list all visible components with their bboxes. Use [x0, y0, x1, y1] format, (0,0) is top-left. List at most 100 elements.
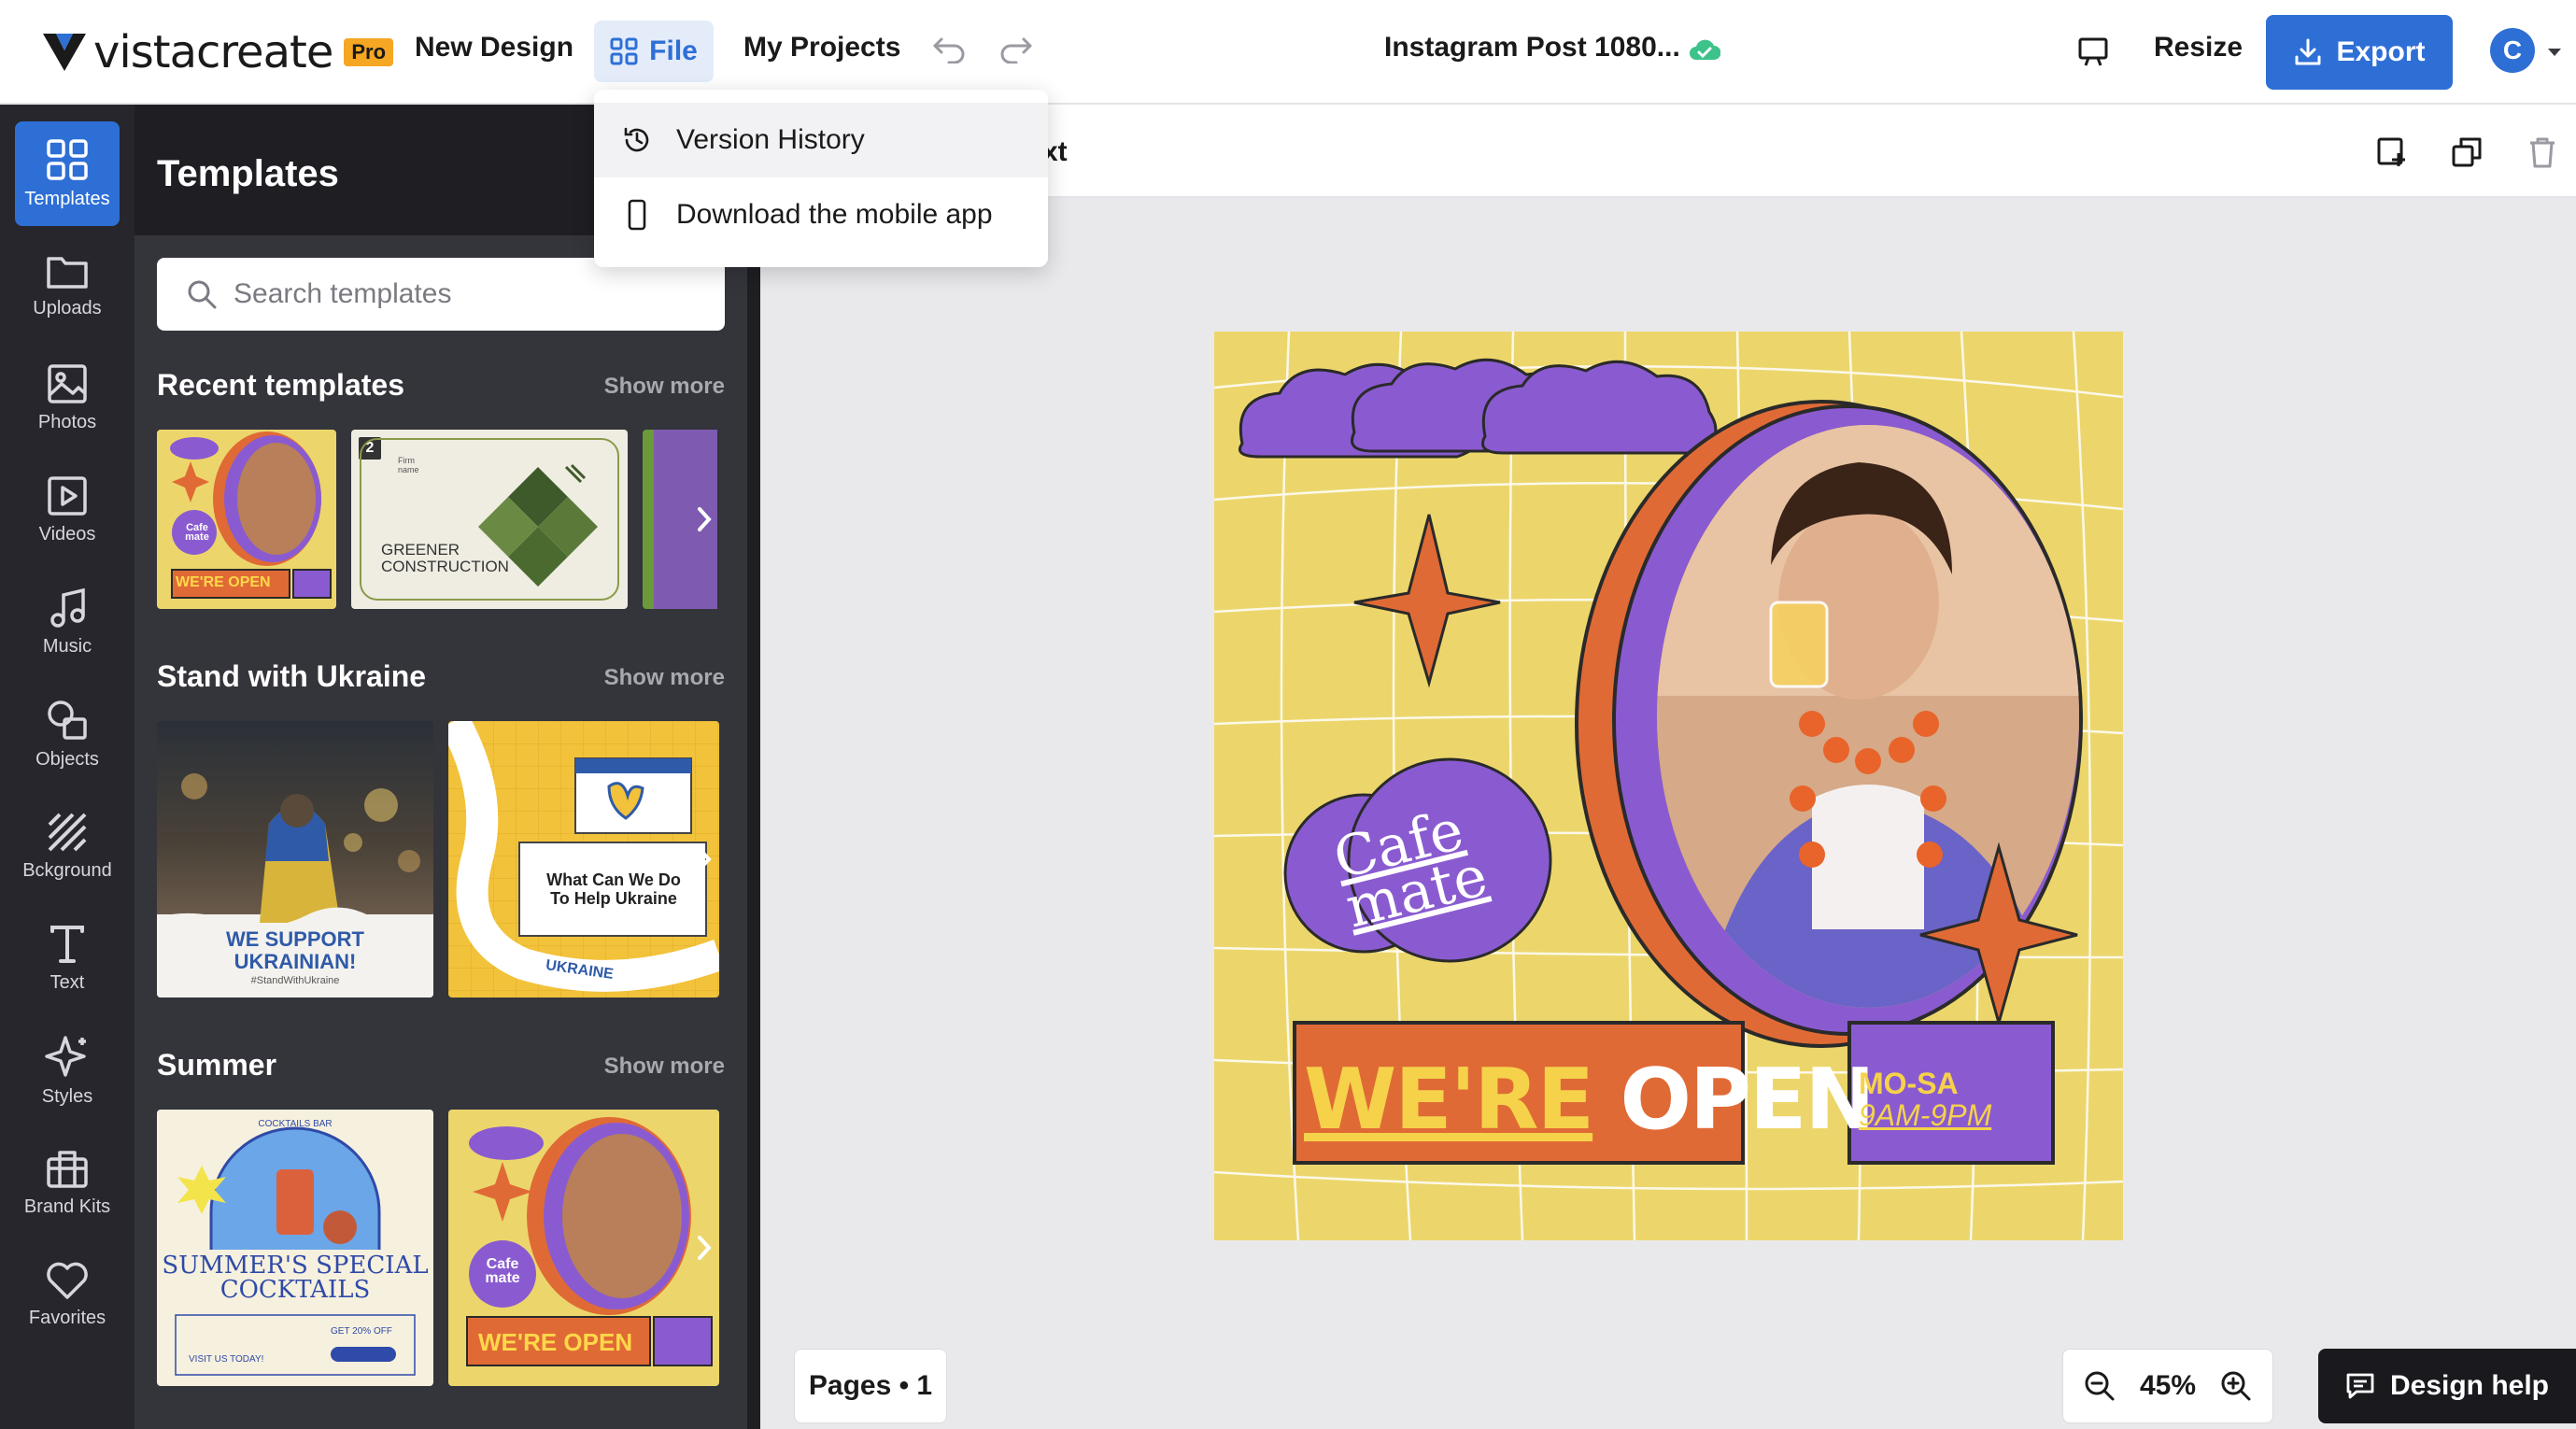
rail-item-templates[interactable]: Templates	[15, 121, 120, 226]
pattern-icon	[47, 812, 88, 853]
rail-label: Favorites	[28, 1307, 106, 1328]
delete-page-icon[interactable]	[2527, 136, 2557, 168]
thumb-ukraine-tag: #StandWithUkraine	[250, 975, 340, 986]
rail-label: Music	[42, 635, 92, 657]
left-rail: Templates Uploads Photos Videos Music Ob…	[0, 105, 134, 1429]
rail-item-music[interactable]: Music	[15, 570, 120, 674]
search-input[interactable]: Search templates	[157, 258, 725, 331]
redo-icon[interactable]	[999, 34, 1033, 64]
rail-item-favorites[interactable]: Favorites	[15, 1242, 120, 1347]
rail-item-objects[interactable]: Objects	[15, 682, 120, 786]
template-thumb-cafe[interactable]: Cafe mate WE'RE OPEN	[157, 430, 336, 609]
history-icon	[622, 125, 652, 155]
resize-button[interactable]: Resize	[2154, 32, 2243, 64]
thumb-ukraine-heading: WE SUPPORT UKRAINIAN!	[226, 927, 364, 973]
present-icon[interactable]	[2077, 35, 2109, 67]
section-title-summer: Summer	[157, 1048, 277, 1082]
template-thumb-cafe-2[interactable]: Cafe mate WE'RE OPEN	[448, 1110, 719, 1386]
template-thumb-cocktails[interactable]: COCKTAILS BAR SUMMER'S SPECIAL COCKTAILS …	[157, 1110, 433, 1386]
rail-label: Videos	[38, 523, 96, 545]
grid-icon	[46, 138, 89, 181]
export-label: Export	[2336, 36, 2426, 67]
design-canvas[interactable]: Cafe mate WE'RE OPEN MO-SA 9AM-9PM	[1214, 332, 2123, 1240]
top-bar: vistacreate Pro New Design File My Proje…	[0, 0, 2576, 105]
rail-label: Bckground	[22, 859, 112, 881]
play-icon	[47, 475, 88, 516]
show-more-summer[interactable]: Show more	[604, 1054, 725, 1080]
thumb-ukraine-card-text: What Can We Do To Help Ukraine	[546, 870, 681, 908]
rail-label: Text	[50, 971, 85, 993]
opening-hours-text[interactable]: MO-SA 9AM-9PM	[1859, 1068, 2045, 1131]
thumb-greener-title: GREENER CONSTRUCTION	[381, 541, 509, 575]
chevron-down-icon[interactable]	[2546, 47, 2563, 58]
rail-item-background[interactable]: Bckground	[15, 794, 120, 898]
new-design-button[interactable]: New Design	[415, 32, 573, 64]
pages-button[interactable]: Pages • 1	[794, 1349, 947, 1423]
phone-icon	[622, 199, 652, 231]
briefcase-icon	[46, 1148, 89, 1189]
sparkle-icon	[45, 1034, 90, 1079]
file-dropdown-menu: Version History Download the mobile app	[594, 90, 1048, 267]
logo[interactable]: vistacreate Pro	[41, 26, 394, 78]
design-help-button[interactable]: Design help	[2318, 1349, 2576, 1423]
thumb-cafe-open: WE'RE OPEN	[176, 574, 271, 590]
panel-scrollbar[interactable]	[747, 105, 760, 1429]
rail-label: Styles	[41, 1085, 93, 1107]
export-button[interactable]: Export	[2266, 15, 2453, 90]
template-thumb-ukraine-2[interactable]: What Can We Do To Help Ukraine UKRAINE	[448, 721, 719, 997]
file-label: File	[649, 35, 698, 66]
thumb-cafe-label: Cafe mate	[185, 522, 209, 543]
download-icon	[2293, 37, 2323, 67]
rail-item-text[interactable]: Text	[15, 906, 120, 1011]
image-icon	[47, 363, 88, 404]
thumb-cafe2-open: WE'RE OPEN	[478, 1328, 633, 1356]
menu-item-version-history[interactable]: Version History	[594, 103, 1048, 177]
carousel-next-icon[interactable]	[686, 841, 723, 878]
zoom-level[interactable]: 45%	[2140, 1370, 2196, 1402]
show-more-recent[interactable]: Show more	[604, 374, 725, 400]
rail-label: Brand Kits	[23, 1196, 111, 1217]
greener-thumb-art	[360, 438, 619, 601]
templates-panel: Templates Search templates Recent templa…	[134, 105, 760, 1429]
grid-icon	[610, 37, 638, 65]
carousel-next-icon[interactable]	[686, 1229, 723, 1266]
undo-icon[interactable]	[932, 34, 966, 64]
menu-item-label: Download the mobile app	[676, 199, 993, 230]
show-more-ukraine[interactable]: Show more	[604, 665, 725, 691]
zoom-out-icon[interactable]	[2084, 1370, 2116, 1402]
zoom-control: 45%	[2062, 1349, 2273, 1423]
pro-badge: Pro	[344, 38, 394, 66]
carousel-next-icon[interactable]	[686, 501, 723, 538]
rail-item-brand-kits[interactable]: Brand Kits	[15, 1130, 120, 1235]
rail-label: Uploads	[33, 297, 102, 318]
thumb-cafe2-label: Cafe mate	[485, 1256, 520, 1286]
shapes-icon	[46, 699, 89, 742]
ukraine-card-art	[448, 721, 719, 997]
document-title[interactable]: Instagram Post 1080...	[1384, 32, 1680, 64]
duplicate-page-icon[interactable]	[2451, 136, 2483, 168]
template-thumb-ukraine-1[interactable]: WE SUPPORT UKRAINIAN! #StandWithUkraine	[157, 721, 433, 997]
file-menu-button[interactable]: File	[594, 21, 714, 82]
heart-icon	[46, 1261, 89, 1300]
chat-icon	[2345, 1372, 2375, 1400]
menu-item-label: Version History	[676, 124, 865, 155]
section-title-ukraine: Stand with Ukraine	[157, 659, 427, 693]
thumb-cocktail-offer: GET 20% OFF	[331, 1326, 392, 1337]
add-page-icon[interactable]	[2376, 136, 2408, 168]
zoom-in-icon[interactable]	[2220, 1370, 2252, 1402]
avatar[interactable]: C	[2490, 28, 2535, 73]
music-icon	[47, 587, 88, 629]
rail-label: Photos	[37, 411, 97, 432]
vistacreate-logo-icon	[41, 30, 88, 75]
my-projects-button[interactable]: My Projects	[743, 32, 900, 64]
search-placeholder: Search templates	[234, 278, 452, 309]
menu-item-download-mobile-app[interactable]: Download the mobile app	[594, 177, 1048, 252]
rail-item-uploads[interactable]: Uploads	[15, 233, 120, 338]
section-title-recent: Recent templates	[157, 368, 404, 402]
rail-item-videos[interactable]: Videos	[15, 458, 120, 562]
rail-item-styles[interactable]: Styles	[15, 1018, 120, 1123]
rail-label: Templates	[24, 188, 110, 209]
template-thumb-greener[interactable]: 2 Firm name GREENER CONSTRUCTION	[351, 430, 628, 609]
rail-item-photos[interactable]: Photos	[15, 346, 120, 450]
were-open-text[interactable]: WE'RE OPEN	[1304, 1051, 1875, 1149]
